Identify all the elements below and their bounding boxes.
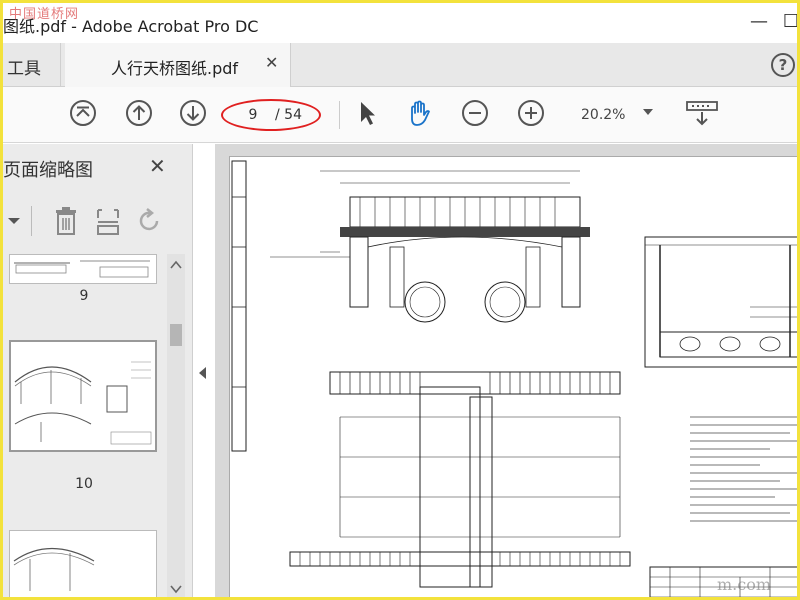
thumbnails-panel: 页面缩略图 ✕ 9 10 [3,144,193,597]
thumbnail-drawing [13,547,95,591]
minimize-button[interactable]: — [747,11,771,32]
tab-document-label: 人行天桥图纸.pdf [111,59,239,78]
page-navigator: / 54 [221,99,321,131]
tab-bar: 工具 人行天桥图纸.pdf ✕ ? [3,43,797,87]
delete-page-icon[interactable] [53,206,79,236]
maximize-button[interactable]: ☐ [779,11,797,32]
page-total: / 54 [275,107,302,123]
scroll-down-icon[interactable] [170,584,182,594]
select-cursor-icon[interactable] [353,99,381,127]
previous-page-icon[interactable] [125,99,153,127]
panel-divider [31,206,32,236]
zoom-level[interactable]: 20.2% [581,107,625,123]
scroll-thumb[interactable] [170,324,182,346]
thumbnail-label: 10 [75,476,93,492]
thumbnail-drawing [14,361,152,445]
drawing-sheet [229,156,797,597]
bridge-drawing [231,160,797,597]
first-page-icon[interactable] [69,99,97,127]
panel-toolbar [3,200,193,244]
page-number-input[interactable] [233,103,273,127]
document-view[interactable] [215,144,797,597]
thumbnail-drawing [14,260,150,278]
panel-close-icon[interactable]: ✕ [149,154,166,178]
zoom-dropdown-icon[interactable] [643,109,653,115]
tab-tools[interactable]: 工具 [3,43,61,87]
site-watermark-bottom: m.com [717,575,772,594]
site-watermark: 中国道桥网 [9,7,80,22]
zoom-out-icon[interactable] [461,99,489,127]
rotate-icon[interactable] [137,208,163,234]
thumbnail-page-10[interactable] [9,340,157,452]
panel-title: 页面缩略图 [3,160,93,181]
thumbnail-list: 9 10 [3,254,165,597]
options-caret-icon[interactable] [7,214,21,228]
collapse-panel-icon[interactable] [199,367,206,379]
tab-document[interactable]: 人行天桥图纸.pdf [65,43,291,87]
zoom-in-icon[interactable] [517,99,545,127]
thumbnail-label: 9 [79,288,89,304]
next-page-icon[interactable] [179,99,207,127]
thumbnail-scrollbar[interactable] [167,254,185,597]
thumbnail-page-11[interactable] [9,530,157,597]
scroll-up-icon[interactable] [170,260,182,270]
toolbar: / 54 20.2% [3,87,797,143]
insert-page-icon[interactable] [95,206,121,236]
scroll-mode-icon[interactable] [685,99,719,127]
tab-close-icon[interactable]: ✕ [265,53,278,72]
thumbnail-page-9[interactable] [9,254,157,284]
toolbar-divider [339,101,340,129]
help-icon[interactable]: ? [771,53,795,77]
title-bar: 图纸.pdf - Adobe Acrobat Pro DC 中国道桥网 — ☐ [3,3,797,43]
hand-tool-icon[interactable] [405,99,433,127]
app-window: 图纸.pdf - Adobe Acrobat Pro DC 中国道桥网 — ☐ … [0,0,800,600]
